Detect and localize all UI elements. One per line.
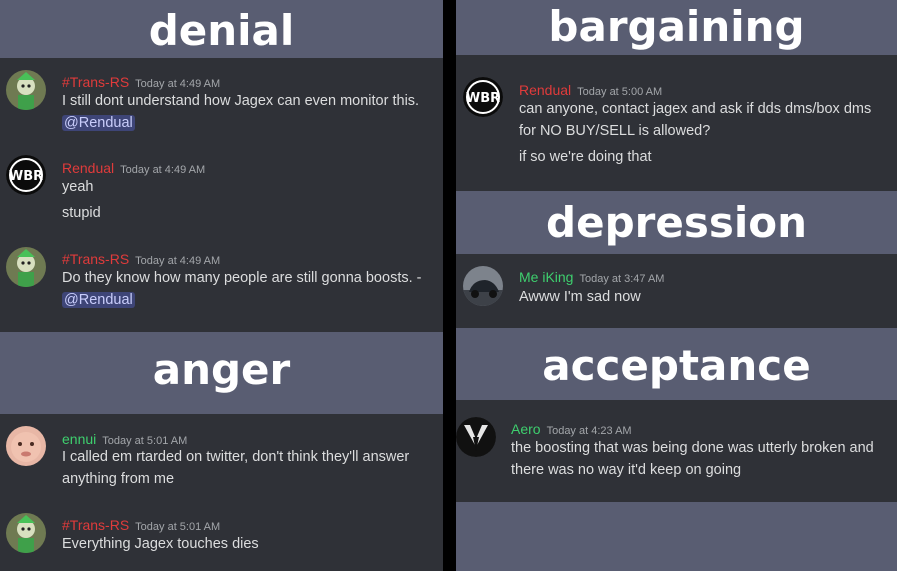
message-text: anything from me: [62, 471, 175, 487]
green-character-avatar-icon[interactable]: [6, 70, 46, 110]
author-name[interactable]: Me iKing: [519, 269, 573, 285]
author-name[interactable]: #Trans-RS: [62, 517, 129, 533]
message-text: Everything Jagex touches dies: [62, 536, 259, 552]
svg-text:WBR: WBR: [9, 169, 43, 184]
author-name[interactable]: #Trans-RS: [62, 251, 129, 267]
wbr-logo-avatar-icon[interactable]: WBR: [6, 155, 46, 195]
face-avatar-icon[interactable]: [6, 426, 46, 466]
message-text: stupid: [62, 205, 101, 221]
user-mention[interactable]: @Rendual: [62, 115, 135, 131]
timestamp: Today at 3:47 AM: [579, 273, 665, 285]
car-photo-avatar-icon[interactable]: [463, 266, 503, 306]
user-mention[interactable]: @Rendual: [62, 292, 135, 308]
author-name[interactable]: Rendual: [62, 160, 114, 176]
message-text: the boosting that was being done was utt…: [511, 440, 874, 456]
stage-title: depression: [546, 198, 807, 247]
timestamp: Today at 5:01 AM: [102, 435, 188, 447]
message-text: there was no way it'd keep on going: [511, 462, 742, 478]
svg-text:WBR: WBR: [466, 91, 500, 106]
chat-panel-acceptance: Aero Today at 4:23 AM the boosting that w…: [456, 400, 897, 502]
message-text: yeah: [62, 179, 94, 195]
timestamp: Today at 4:49 AM: [135, 78, 221, 90]
author-name[interactable]: Aero: [511, 421, 541, 437]
message-text: Awww I'm sad now: [519, 289, 641, 305]
green-character-avatar-icon[interactable]: [6, 247, 46, 287]
chat-panel-anger: ennui Today at 5:01 AM I called em rtarde…: [0, 414, 443, 571]
stage-header-depression: depression: [456, 191, 897, 254]
stage-header-anger: anger: [0, 332, 443, 414]
right-column: bargaining WBR Rendual Today at 5:00 AM c…: [456, 0, 897, 571]
message-text: I still dont understand how Jagex can ev…: [62, 93, 420, 109]
empty-footer-area: [456, 502, 897, 571]
left-column: denial #Trans-RS Today at 4:49 AM I still…: [0, 0, 443, 571]
timestamp: Today at 4:49 AM: [120, 164, 206, 176]
stage-header-bargaining: bargaining: [456, 0, 897, 55]
chat-panel-bargaining: WBR Rendual Today at 5:00 AM can anyone, …: [456, 55, 897, 191]
chat-panel-denial: #Trans-RS Today at 4:49 AM I still dont u…: [0, 58, 443, 332]
timestamp: Today at 5:00 AM: [577, 86, 663, 98]
author-name[interactable]: ennui: [62, 431, 96, 447]
stage-header-denial: denial: [0, 0, 443, 58]
green-character-avatar-icon[interactable]: [6, 513, 46, 553]
timestamp: Today at 4:49 AM: [135, 255, 221, 267]
chat-panel-depression: Me iKing Today at 3:47 AM Awww I'm sad no…: [456, 254, 897, 328]
author-name[interactable]: #Trans-RS: [62, 74, 129, 90]
message-text: if so we're doing that: [519, 149, 652, 165]
message-text: Do they know how many people are still g…: [62, 270, 422, 286]
message-text: can anyone, contact jagex and ask if dds…: [519, 101, 872, 117]
stage-title: bargaining: [548, 2, 805, 51]
suit-avatar-icon[interactable]: [456, 417, 496, 457]
author-name[interactable]: Rendual: [519, 82, 571, 98]
message-text: for NO BUY/SELL is allowed?: [519, 123, 711, 139]
timestamp: Today at 4:23 AM: [546, 425, 632, 437]
stage-title: acceptance: [542, 341, 811, 390]
stage-title: anger: [152, 345, 291, 394]
wbr-logo-avatar-icon[interactable]: WBR: [463, 77, 503, 117]
stage-title: denial: [148, 6, 295, 55]
message-text: I called em rtarded on twitter, don't th…: [62, 449, 410, 465]
timestamp: Today at 5:01 AM: [135, 521, 221, 533]
stage-header-acceptance: acceptance: [456, 328, 897, 400]
